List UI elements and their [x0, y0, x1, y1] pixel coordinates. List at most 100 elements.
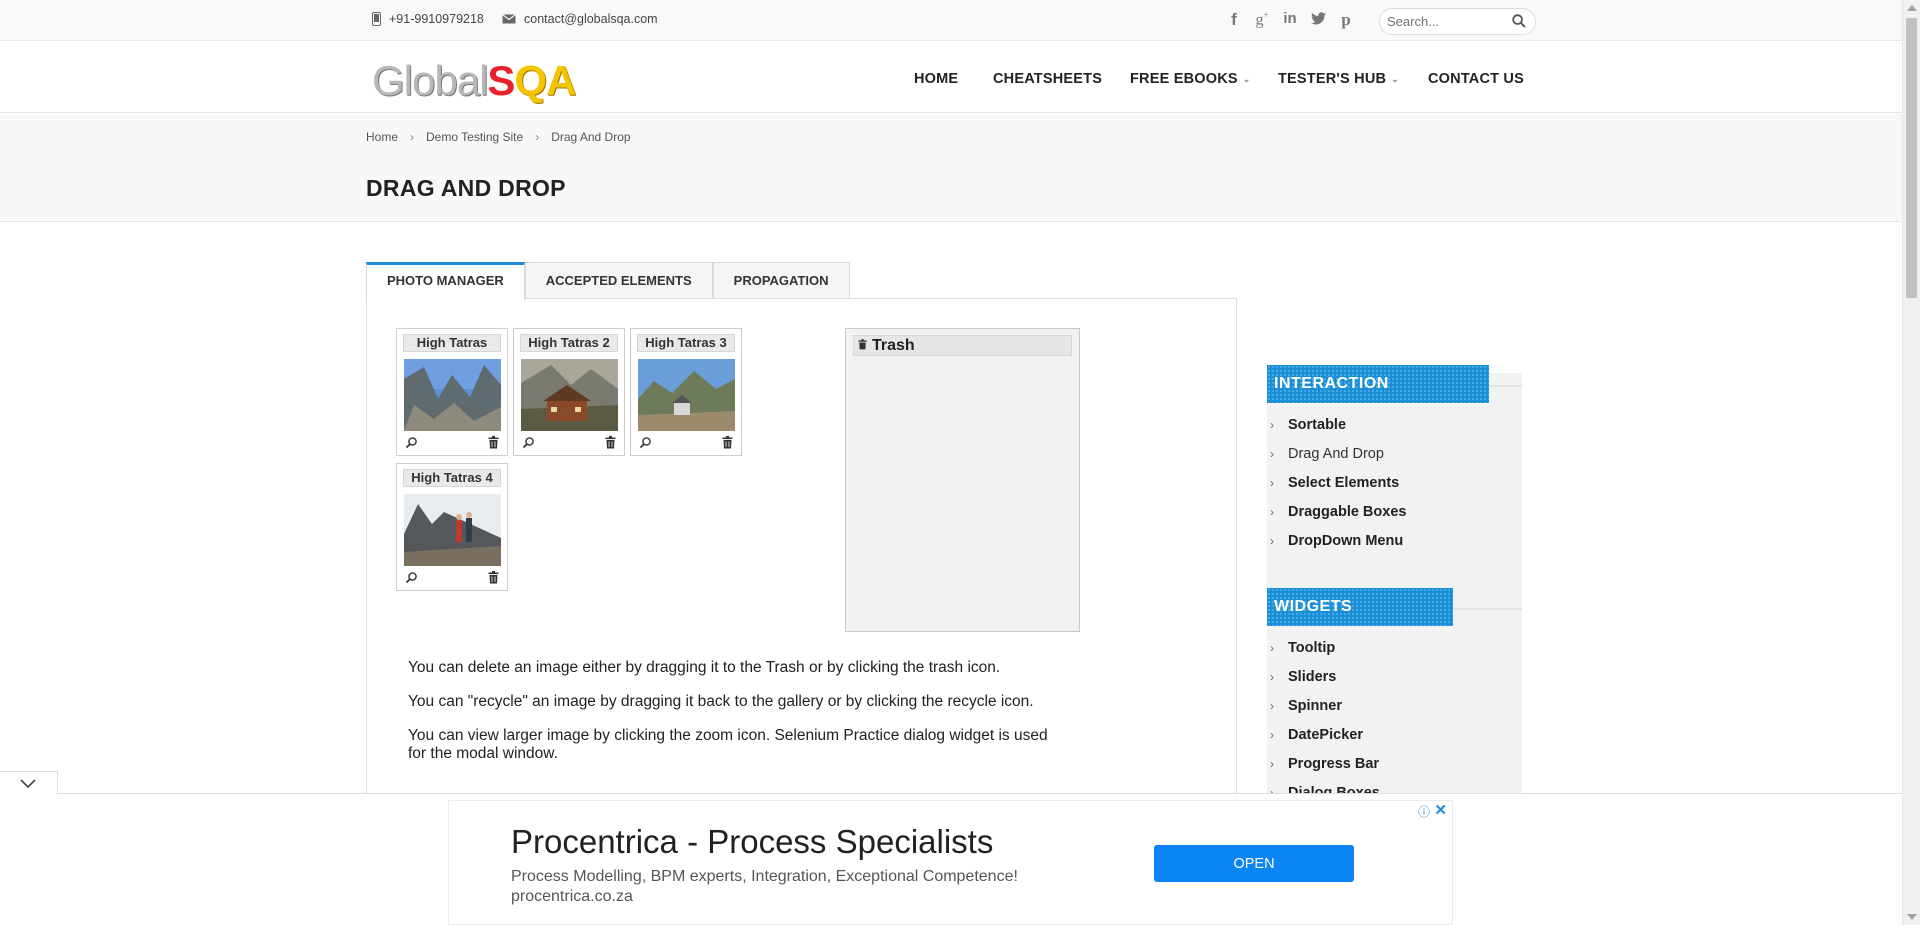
sidebar-item-progress-bar[interactable]: › Progress Bar	[1267, 756, 1379, 772]
gallery-item-title: High Tatras 2	[520, 334, 618, 352]
mountain-hut-photo	[638, 359, 735, 431]
site-header: GlobalSQA HOME CHEATSHEETS FREE EBOOKS ⌄ …	[0, 41, 1902, 113]
zoom-icon[interactable]	[522, 436, 535, 449]
ad-banner[interactable]: Procentrica - Process Specialists Proces…	[448, 800, 1453, 925]
sidebar-item-label: Select Elements	[1288, 475, 1400, 491]
nav-testers-hub-label: TESTER'S HUB	[1278, 71, 1387, 87]
tab-label: ACCEPTED ELEMENTS	[545, 273, 692, 288]
photo-manager-panel: High Tatras High Tatras 2 High Tatras 3	[366, 298, 1237, 818]
zoom-icon[interactable]	[405, 436, 418, 449]
sidebar-heading-interaction: INTERACTION	[1267, 365, 1489, 403]
sidebar-item-label: Tooltip	[1288, 640, 1336, 656]
chevron-down-icon: ⌄	[1242, 73, 1251, 84]
info-icon[interactable]: ⓘ	[1418, 803, 1430, 820]
heading-underline	[1453, 608, 1522, 610]
tab-bar: PHOTO MANAGER ACCEPTED ELEMENTS PROPAGAT…	[366, 262, 850, 300]
sidebar-item-label: Sliders	[1288, 669, 1337, 685]
chevron-right-icon: ›	[1270, 728, 1274, 742]
sidebar-item-sortable[interactable]: › Sortable	[1267, 417, 1346, 433]
scroll-up-arrow-icon[interactable]	[1907, 5, 1917, 11]
search-icon[interactable]	[1512, 14, 1526, 28]
ad-description: Process Modelling, BPM experts, Integrat…	[511, 868, 1018, 885]
scroll-down-arrow-icon[interactable]	[1907, 914, 1917, 920]
sidebar-item-sliders[interactable]: › Sliders	[1267, 669, 1336, 685]
chevron-down-icon	[20, 779, 36, 789]
close-icon[interactable]: ✕	[1434, 801, 1447, 819]
twitter-icon[interactable]	[1310, 10, 1326, 30]
ad-url[interactable]: procentrica.co.za	[511, 888, 633, 906]
breadcrumb: Home › Demo Testing Site › Drag And Drop	[366, 130, 631, 144]
zoom-icon[interactable]	[405, 571, 418, 584]
tab-propagation[interactable]: PROPAGATION	[712, 262, 850, 299]
trash-icon[interactable]	[605, 436, 616, 449]
nav-home[interactable]: HOME	[914, 71, 958, 87]
nav-cheatsheets[interactable]: CHEATSHEETS	[993, 71, 1102, 87]
email-contact: contact@globalsqa.com	[502, 12, 658, 26]
chevron-right-icon: ›	[1270, 641, 1274, 655]
trash-title: Trash	[872, 337, 915, 354]
top-bar: +91-9910979218 contact@globalsqa.com f g…	[0, 0, 1902, 41]
sidebar-item-label: DropDown Menu	[1288, 533, 1404, 549]
facebook-icon[interactable]: f	[1226, 10, 1242, 30]
breadcrumb-separator: ›	[535, 130, 540, 144]
pinterest-icon[interactable]: p	[1338, 10, 1354, 30]
nav-cheatsheets-label: CHEATSHEETS	[993, 71, 1103, 87]
google-plus-icon[interactable]: g+	[1254, 10, 1270, 30]
page-title: DRAG AND DROP	[366, 175, 566, 201]
gallery-item[interactable]: High Tatras	[396, 328, 508, 456]
nav-free-ebooks[interactable]: FREE EBOOKS ⌄	[1130, 71, 1251, 87]
sidebar-item-datepicker[interactable]: › DatePicker	[1267, 727, 1363, 743]
phone-icon	[372, 12, 381, 26]
ad-title[interactable]: Procentrica - Process Specialists	[511, 823, 993, 861]
sidebar-item-spinner[interactable]: › Spinner	[1267, 698, 1342, 714]
email-address[interactable]: contact@globalsqa.com	[524, 12, 658, 26]
trash-header: Trash	[853, 335, 1072, 356]
sidebar-item-draggable-boxes[interactable]: › Draggable Boxes	[1267, 504, 1406, 520]
sidebar-item-drag-and-drop[interactable]: › Drag And Drop	[1267, 446, 1384, 462]
mountain-photo	[404, 359, 501, 431]
nav-contact-us-label: CONTACT US	[1428, 71, 1524, 87]
gallery-item[interactable]: High Tatras 3	[630, 328, 742, 456]
sidebar-item-select-elements[interactable]: › Select Elements	[1267, 475, 1399, 491]
sidebar-item-label: Progress Bar	[1288, 756, 1380, 772]
linkedin-icon[interactable]: in	[1282, 10, 1298, 30]
zoom-icon[interactable]	[639, 436, 652, 449]
collapse-ad-button[interactable]	[0, 771, 58, 795]
gallery-item[interactable]: High Tatras 4	[396, 463, 508, 591]
ad-open-button[interactable]: OPEN	[1154, 845, 1354, 882]
chevron-right-icon: ›	[1270, 699, 1274, 713]
breadcrumb-demo-testing-site[interactable]: Demo Testing Site	[426, 130, 523, 144]
sidebar-item-tooltip[interactable]: › Tooltip	[1267, 640, 1335, 656]
sidebar-item-dropdown-menu[interactable]: › DropDown Menu	[1267, 533, 1403, 549]
phone-contact: +91-9910979218	[372, 12, 484, 26]
nav-contact-us[interactable]: CONTACT US	[1428, 71, 1524, 87]
search-input[interactable]	[1387, 14, 1507, 29]
main-nav: HOME CHEATSHEETS FREE EBOOKS ⌄ TESTER'S H…	[0, 71, 1902, 91]
nav-home-label: HOME	[914, 71, 959, 87]
search-box	[1379, 8, 1536, 35]
gallery-item-title: High Tatras	[403, 334, 501, 352]
ad-divider	[0, 793, 1902, 794]
mail-icon	[502, 14, 516, 24]
trash-dropzone[interactable]: Trash	[845, 328, 1080, 632]
tab-photo-manager[interactable]: PHOTO MANAGER	[366, 262, 525, 300]
tab-label: PHOTO MANAGER	[387, 273, 504, 288]
page-scrollbar[interactable]	[1902, 0, 1920, 925]
breadcrumb-current: Drag And Drop	[551, 130, 631, 144]
chevron-right-icon: ›	[1270, 418, 1274, 432]
trash-icon[interactable]	[488, 436, 499, 449]
hikers-photo	[404, 494, 501, 566]
mountain-chalet-photo	[521, 359, 618, 431]
sidebar-item-label: Spinner	[1288, 698, 1342, 714]
trash-icon[interactable]	[488, 571, 499, 584]
nav-testers-hub[interactable]: TESTER'S HUB ⌄	[1278, 71, 1399, 87]
breadcrumb-home[interactable]: Home	[366, 130, 398, 144]
tab-accepted-elements[interactable]: ACCEPTED ELEMENTS	[524, 262, 713, 299]
chevron-right-icon: ›	[1270, 534, 1274, 548]
sidebar-item-label: Sortable	[1288, 417, 1347, 433]
trash-icon[interactable]	[722, 436, 733, 449]
sidebar-item-label: DatePicker	[1288, 727, 1363, 743]
scrollbar-thumb[interactable]	[1906, 18, 1917, 298]
gallery-item[interactable]: High Tatras 2	[513, 328, 625, 456]
sidebar-item-label: Draggable Boxes	[1288, 504, 1407, 520]
